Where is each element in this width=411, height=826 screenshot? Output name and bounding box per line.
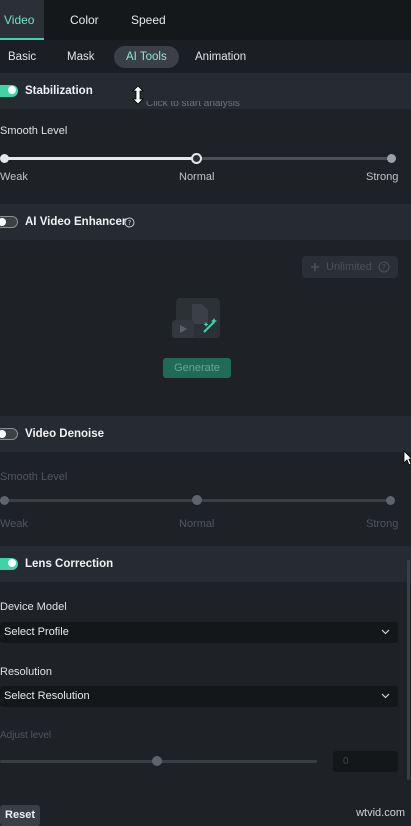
lens-header: Lens Correction (0, 546, 411, 582)
subtab-mask[interactable]: Mask (67, 46, 94, 68)
denoise-stop-strong[interactable] (386, 496, 395, 505)
adjust-level-value: 0 (343, 756, 349, 767)
denoise-stop-weak[interactable] (0, 496, 9, 505)
help-circle-icon: ? (378, 261, 390, 273)
adjust-level-label: Adjust level (0, 730, 52, 741)
sub-tab-bar: Basic Mask AI Tools Animation (0, 40, 411, 73)
chevron-down-icon (381, 629, 390, 635)
svg-text:?: ? (382, 263, 386, 272)
denoise-title: Video Denoise (25, 428, 105, 440)
stabilization-slider-fill (3, 157, 197, 160)
svg-text:?: ? (128, 219, 132, 227)
plus-icon (311, 263, 319, 271)
denoise-smooth-label: Smooth Level (0, 471, 68, 483)
denoise-toggle[interactable] (0, 428, 18, 440)
tab-video-label: Video (4, 13, 35, 27)
stabilization-slider-thumb[interactable] (191, 153, 202, 164)
denoise-header: Video Denoise (0, 416, 411, 452)
stabilization-stop-weak[interactable] (0, 154, 9, 163)
reset-button[interactable]: Reset (0, 805, 40, 826)
lens-title: Lens Correction (25, 558, 114, 570)
device-model-select[interactable]: Select Profile (0, 622, 398, 643)
denoise-level-weak: Weak (0, 518, 28, 530)
ai-enhance-video-icon (172, 298, 220, 338)
subtab-basic-label: Basic (8, 51, 37, 63)
stabilization-toggle[interactable] (0, 85, 18, 97)
tab-color[interactable]: Color (70, 0, 99, 40)
top-tab-bar: Video Color Speed (0, 0, 411, 40)
subtab-basic[interactable]: Basic (8, 46, 36, 68)
subtab-animation-label: Animation (195, 51, 247, 63)
scrollbar[interactable] (407, 560, 410, 780)
subtab-animation[interactable]: Animation (195, 46, 246, 68)
device-model-label: Device Model (0, 601, 67, 613)
resolution-value: Select Resolution (4, 690, 90, 702)
stabilization-smooth-label: Smooth Level (0, 125, 68, 137)
resolution-select[interactable]: Select Resolution (0, 686, 398, 707)
watermark: wtvid.com (356, 807, 405, 819)
resolution-label: Resolution (0, 666, 52, 678)
unlimited-badge: Unlimited ? (302, 256, 398, 278)
mouse-cursor-icon (403, 450, 411, 466)
tab-video[interactable]: Video (0, 0, 44, 40)
stabilization-overlap-text: Click to start analysis (146, 101, 240, 109)
lens-toggle[interactable] (0, 558, 18, 570)
adjust-level-input[interactable]: 0 (333, 751, 398, 772)
enhancer-toggle[interactable] (0, 216, 18, 228)
stabilization-stop-strong[interactable] (387, 154, 396, 163)
stabilization-level-normal: Normal (179, 171, 215, 183)
tab-speed[interactable]: Speed (131, 0, 166, 40)
tab-speed-label: Speed (131, 13, 166, 27)
stabilization-title: Stabilization (25, 85, 93, 97)
vertical-resize-icon (132, 85, 144, 105)
adjust-level-thumb[interactable] (152, 756, 162, 766)
device-model-value: Select Profile (4, 626, 69, 638)
subtab-mask-label: Mask (67, 51, 95, 63)
enhancer-title: AI Video Enhancer (25, 216, 127, 228)
help-circle-icon[interactable]: ? (124, 217, 135, 228)
denoise-level-normal: Normal (179, 518, 215, 530)
stabilization-level-weak: Weak (0, 171, 28, 183)
unlimited-label: Unlimited (326, 261, 372, 273)
denoise-slider-thumb[interactable] (192, 495, 202, 505)
chevron-down-icon (381, 693, 390, 699)
subtab-ai-tools-label: AI Tools (126, 51, 167, 63)
stabilization-level-strong: Strong (366, 171, 399, 183)
enhancer-header: AI Video Enhancer ? (0, 204, 411, 240)
subtab-ai-tools[interactable]: AI Tools (114, 46, 179, 68)
denoise-level-strong: Strong (366, 518, 399, 530)
generate-button[interactable]: Generate (163, 358, 231, 378)
tab-color-label: Color (70, 13, 99, 27)
